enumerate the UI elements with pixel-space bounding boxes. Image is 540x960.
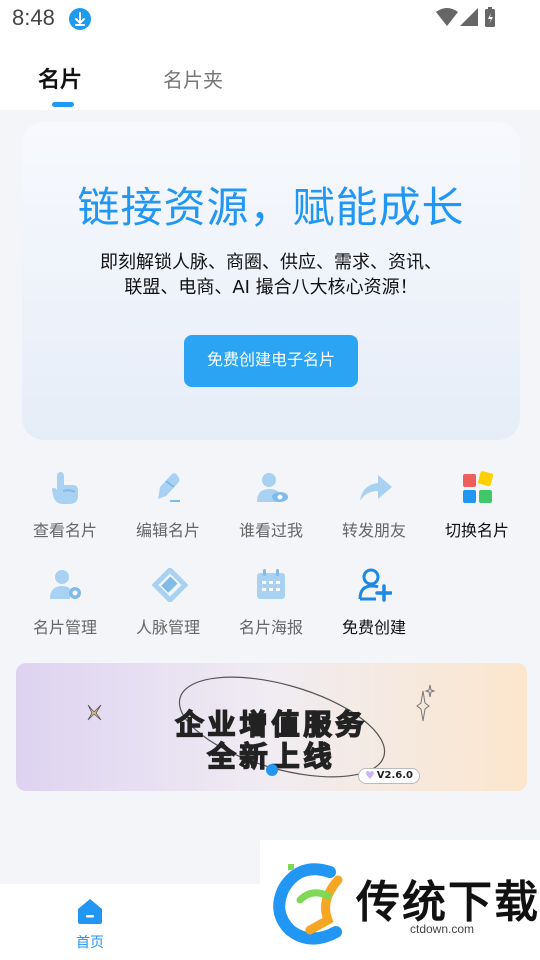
carousel-indicator[interactable]	[266, 764, 278, 776]
hero-subtitle: 即刻解锁人脉、商圈、供应、需求、资讯、 联盟、电商、AI 撮合八大核心资源！	[22, 250, 520, 300]
wifi-icon	[436, 8, 458, 26]
tab-card[interactable]: 名片	[38, 62, 82, 94]
grid-who-viewed[interactable]: 谁看过我	[221, 471, 321, 551]
hero-subtitle-line1: 即刻解锁人脉、商圈、供应、需求、资讯、	[100, 252, 442, 273]
version-text: V2.6.0	[376, 770, 413, 781]
grid-contact-manage[interactable]: 人脉管理	[118, 568, 218, 648]
grid-label: 人脉管理	[135, 618, 200, 637]
status-bar: 8:48	[0, 0, 540, 36]
user-eye-icon	[257, 473, 288, 502]
colored-grid-icon	[463, 471, 494, 503]
hero-title: 链接资源，赋能成长	[77, 183, 465, 232]
grid-label: 查看名片	[32, 521, 97, 540]
tab-card-holder[interactable]: 名片夹	[163, 64, 223, 93]
grid-label: 编辑名片	[135, 521, 200, 540]
grid-forward[interactable]: 转发朋友	[324, 471, 424, 551]
signal-icon	[460, 8, 478, 26]
pointer-hand-icon	[52, 472, 78, 504]
watermark-logo	[273, 863, 343, 945]
user-gear-icon	[50, 570, 81, 599]
top-tabs: 名片 名片夹	[0, 36, 540, 110]
grid-label: 转发朋友	[341, 521, 406, 540]
version-badge: ♥ V2.6.0	[358, 768, 420, 784]
edit-pen-icon	[158, 473, 180, 502]
active-tab-indicator	[52, 102, 74, 107]
status-icons	[436, 7, 500, 29]
calendar-poster-icon	[257, 569, 285, 599]
nav-home-label: 首页	[76, 935, 104, 951]
home-icon	[78, 899, 102, 924]
grid-edit-card[interactable]: 编辑名片	[118, 471, 218, 551]
forward-arrow-icon	[360, 475, 392, 501]
grid-card-manage[interactable]: 名片管理	[15, 568, 115, 648]
watermark: 传统下载 ctdown.com	[260, 840, 540, 960]
grid-label: 名片海报	[238, 618, 303, 637]
heart-icon: ♥	[365, 769, 375, 782]
download-icon	[69, 8, 91, 30]
grid-label: 谁看过我	[238, 521, 303, 540]
nav-home[interactable]: 首页	[62, 896, 118, 956]
grid-card-poster[interactable]: 名片海报	[221, 568, 321, 648]
watermark-url: ctdown.com	[410, 922, 475, 936]
grid-switch-card[interactable]: 切换名片	[427, 471, 527, 551]
create-card-button[interactable]: 免费创建电子名片	[184, 335, 358, 387]
watermark-title: 传统下载	[356, 877, 540, 928]
grid-label: 名片管理	[32, 618, 97, 637]
grid-view-card[interactable]: 查看名片	[15, 471, 115, 551]
contact-tag-icon	[152, 568, 188, 602]
grid-label: 免费创建	[341, 618, 406, 637]
promo-banner[interactable]: 企业增值服务 全新上线 ♥ V2.6.0	[16, 663, 527, 791]
grid-label: 切换名片	[444, 521, 509, 540]
grid-free-create[interactable]: 免费创建	[324, 568, 424, 648]
hero-card: 链接资源，赋能成长 即刻解锁人脉、商圈、供应、需求、资讯、 联盟、电商、AI 撮…	[22, 122, 520, 440]
hero-subtitle-line2: 联盟、电商、AI 撮合八大核心资源！	[124, 277, 418, 298]
add-user-icon	[358, 568, 392, 602]
status-time: 8:48	[12, 5, 55, 30]
